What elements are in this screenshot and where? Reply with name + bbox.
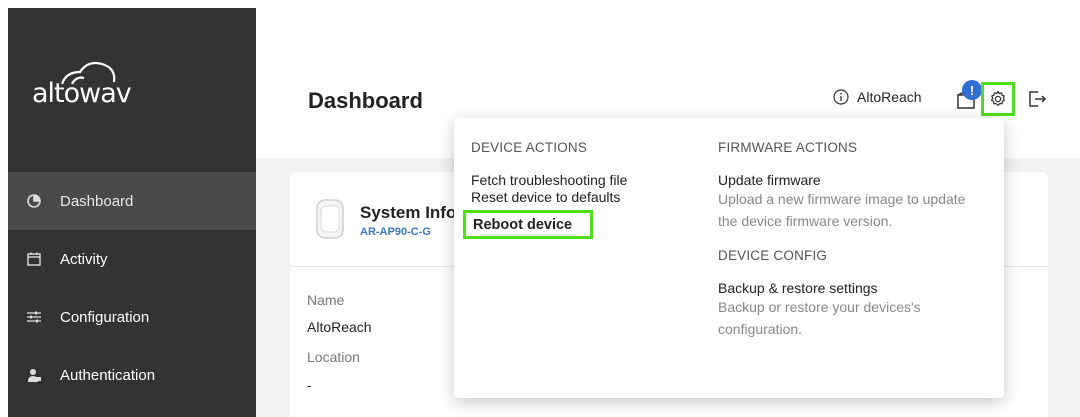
settings-dropdown-menu: DEVICE ACTIONS Fetch troubleshooting fil… [454,118,1004,398]
card-title: System Info [360,203,457,222]
sidebar-item-label: Authentication [60,366,156,384]
sliders-icon [26,309,42,325]
page-title: Dashboard [308,88,423,113]
sidebar-item-dashboard[interactable]: Dashboard [8,172,256,230]
update-firmware-item[interactable]: Update firmware [718,172,978,188]
firmware-actions-section: FIRMWARE ACTIONS Update firmware Upload … [718,140,978,340]
backup-restore-description: Backup or restore your devices's configu… [718,299,921,337]
sidebar-item-label: Dashboard [60,192,134,210]
firmware-actions-heading: FIRMWARE ACTIONS [718,140,858,155]
calendar-icon [26,251,42,267]
name-label: Name [307,292,345,308]
sidebar: altowav Dashboard Activity Configuration… [8,8,256,417]
device-actions-heading: DEVICE ACTIONS [471,140,588,155]
dashboard-pie-icon [26,193,42,209]
device-actions-section: DEVICE ACTIONS Fetch troubleshooting fil… [471,140,627,205]
device-model-link[interactable]: AR-AP90-C-G [360,226,431,238]
altowav-logo[interactable]: altowav [22,44,162,114]
location-label: Location [307,349,360,365]
sidebar-item-authentication[interactable]: Authentication [8,346,256,404]
reset-defaults-item[interactable]: Reset device to defaults [471,189,627,205]
location-value: - [307,377,312,393]
sidebar-item-activity[interactable]: Activity [8,230,256,288]
user-name: AltoReach [857,89,922,105]
backup-restore-item[interactable]: Backup & restore settings [718,280,978,296]
sidebar-item-label: Configuration [60,308,150,326]
update-firmware-description: Upload a new firmware image to update th… [718,191,966,229]
user-menu[interactable]: AltoReach [833,89,922,105]
logout-icon [1029,91,1047,107]
info-icon [833,89,849,105]
sidebar-item-configuration[interactable]: Configuration [8,288,256,346]
device-image [312,194,348,246]
fetch-troubleshooting-item[interactable]: Fetch troubleshooting file [471,172,627,188]
logo-text: altowav [32,78,132,109]
reboot-device-item[interactable]: Reboot device [463,210,593,239]
device-config-heading: DEVICE CONFIG [718,248,828,263]
gear-icon [990,90,1006,107]
settings-button[interactable] [981,82,1015,116]
user-icon [26,367,42,383]
notification-badge: ! [962,80,982,100]
sidebar-item-label: Activity [60,250,108,268]
name-value: AltoReach [307,319,372,335]
logout-button[interactable] [1026,88,1048,110]
